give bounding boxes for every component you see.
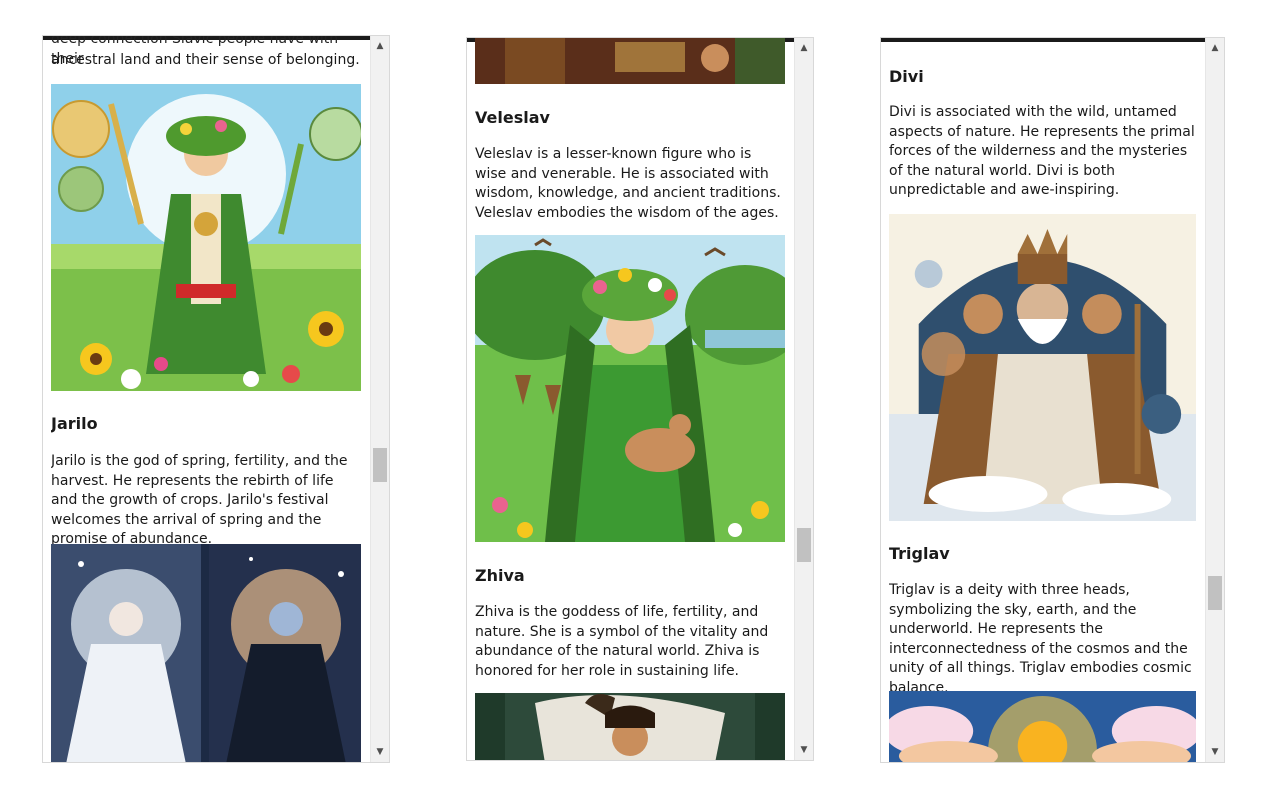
scroll-up-arrow-icon[interactable]: ▲ <box>795 40 813 56</box>
scrollbar-thumb[interactable] <box>797 528 811 562</box>
deity-heading: Triglav <box>889 544 950 563</box>
scroll-up-arrow-icon[interactable]: ▲ <box>1206 40 1224 56</box>
deity-description: Veleslav is a lesser-known figure who is… <box>475 146 781 221</box>
sun-sky-image <box>889 691 1196 762</box>
veleslav-image-bottom <box>475 38 785 84</box>
scroll-down-arrow-icon[interactable]: ▼ <box>1206 744 1224 760</box>
horned-figure-image <box>475 693 785 760</box>
zhiva-image <box>475 235 785 542</box>
panel-content: Divi Divi is associated with the wild, u… <box>889 38 1196 762</box>
deity-description: Triglav is a deity with three heads, sym… <box>889 582 1192 696</box>
panel-content: Veleslav Veleslav is a lesser-known figu… <box>475 38 785 760</box>
vertical-scrollbar[interactable]: ▲ ▼ <box>794 38 813 760</box>
article-panel-3: Divi Divi is associated with the wild, u… <box>881 38 1224 762</box>
scrollbar-thumb[interactable] <box>373 448 387 482</box>
deity-description: Divi is associated with the wild, untame… <box>889 104 1195 198</box>
deity-heading: Zhiva <box>475 566 525 585</box>
scroll-up-arrow-icon[interactable]: ▲ <box>371 38 389 54</box>
vertical-scrollbar[interactable]: ▲ ▼ <box>370 36 389 762</box>
vertical-scrollbar[interactable]: ▲ ▼ <box>1205 38 1224 762</box>
scrollbar-thumb[interactable] <box>1208 576 1222 610</box>
deity-description: Jarilo is the god of spring, fertility, … <box>51 453 348 547</box>
goddess-pair-image <box>51 544 361 762</box>
deity-description: Zhiva is the goddess of life, fertility,… <box>475 604 769 679</box>
divi-image <box>889 214 1196 521</box>
intro-text-line: ancestral land and their sense of belong… <box>51 52 360 68</box>
article-panel-1: deep connection Slavic people have with … <box>43 36 389 762</box>
panel-content: deep connection Slavic people have with … <box>51 36 361 762</box>
deity-heading: Jarilo <box>51 414 98 433</box>
scroll-down-arrow-icon[interactable]: ▼ <box>371 744 389 760</box>
deity-heading: Veleslav <box>475 108 550 127</box>
jarilo-image <box>51 84 361 391</box>
scroll-down-arrow-icon[interactable]: ▼ <box>795 742 813 758</box>
article-panel-2: Veleslav Veleslav is a lesser-known figu… <box>467 38 813 760</box>
deity-heading: Divi <box>889 67 924 86</box>
